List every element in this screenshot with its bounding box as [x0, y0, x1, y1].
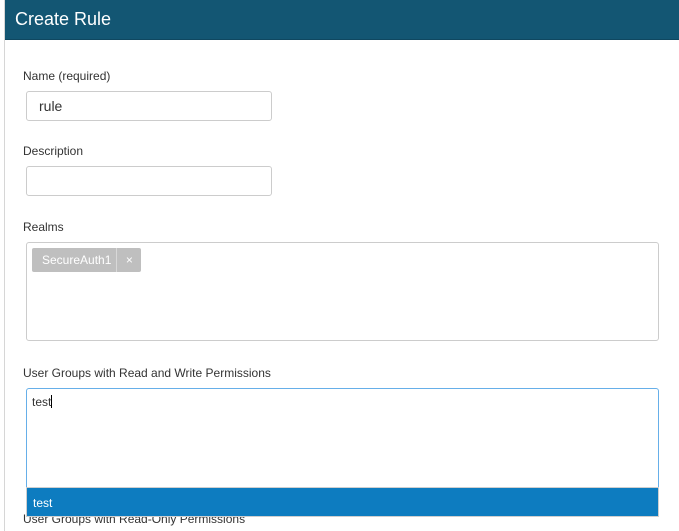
realms-label: Realms [23, 220, 64, 234]
read-write-groups-select[interactable]: test [26, 388, 659, 488]
realm-tag-label: SecureAuth1 [42, 253, 112, 267]
realms-select[interactable]: SecureAuth1 × [26, 242, 659, 341]
read-write-groups-label: User Groups with Read and Write Permissi… [23, 366, 271, 380]
realm-tag: SecureAuth1 × [32, 248, 142, 272]
description-label: Description [23, 144, 84, 158]
create-rule-window: Create Rule Name (required) Description … [4, 0, 679, 531]
typed-text: test [32, 395, 52, 409]
name-input[interactable] [26, 91, 272, 121]
description-input[interactable] [26, 166, 272, 196]
dialog-header: Create Rule [5, 0, 679, 40]
suggestion-dropdown: test [26, 487, 659, 517]
close-icon[interactable]: × [116, 248, 141, 272]
text-caret [51, 395, 53, 408]
dialog-title: Create Rule [15, 9, 112, 29]
name-label: Name (required) [23, 69, 111, 83]
suggestion-option[interactable]: test [33, 496, 52, 510]
read-write-groups-search[interactable]: test [32, 395, 53, 409]
